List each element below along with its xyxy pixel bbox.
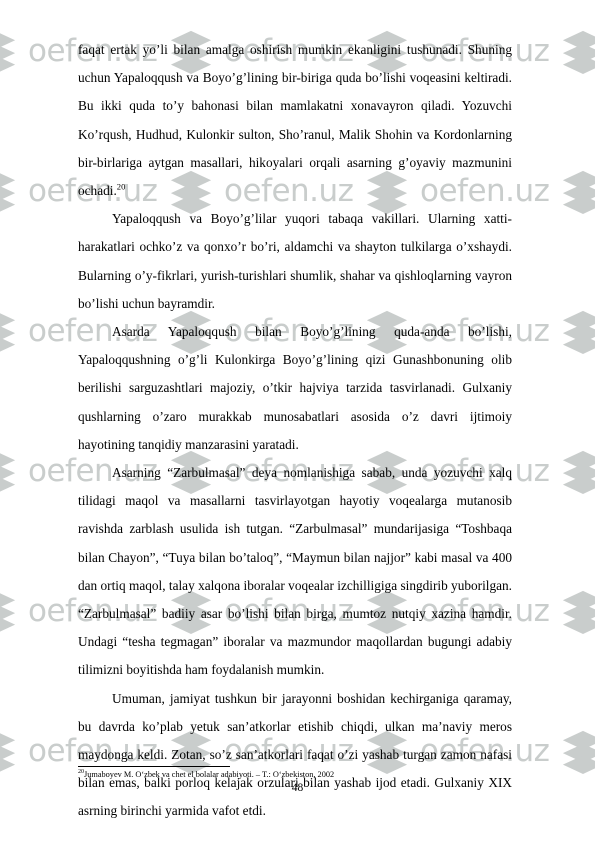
layers-chevron-icon [560,588,595,634]
paragraph-4: Asarning “Zarbulmasal” deya nomlanishiga… [78,459,512,685]
paragraph-5: Umuman, jamiyat tushkun bir jarayonni bo… [78,685,512,826]
layers-chevron-icon [0,448,18,494]
layers-chevron-icon [0,168,18,214]
footnote-separator-rule [78,766,230,767]
watermark-tile: oefen.uz [560,588,595,634]
paragraph-5-text: Umuman, jamiyat tushkun bir jarayonni bo… [78,690,512,819]
watermark-tile: oefen.uz [560,448,595,494]
layers-chevron-icon [560,168,595,214]
layers-chevron-icon [0,728,18,774]
page-number: 48 [291,782,304,794]
layers-chevron-icon [0,28,18,74]
paragraph-1-text: faqat ertak yo’li bilan amalga oshirish … [78,42,512,199]
paragraph-1: faqat ertak yo’li bilan amalga oshirish … [78,36,512,205]
paragraph-2-text: Yapaloqqush va Boyo’g’lilar yuqori tabaq… [78,211,512,311]
footnote-area: 20Jumaboyev M. O‘zbek va chet el bolalar… [78,766,512,780]
watermark-tile: oefen.uz [560,728,595,774]
paragraph-3: Asarda Yapaloqqush bilan Boyo’g’lining q… [78,318,512,459]
footnote-citation-text: Jumaboyev M. O‘zbek va chet el bolalar a… [84,770,335,779]
layers-chevron-icon [560,448,595,494]
layers-chevron-icon [560,728,595,774]
watermark-tile: oefen.uz [560,308,595,354]
watermark-tile: oefen.uz [560,28,595,74]
layers-chevron-icon [560,28,595,74]
page-body-text: faqat ertak yo’li bilan amalga oshirish … [78,36,512,826]
document-page: oefen.uz oefen.uz oefen.uz oefen.uz oefen.uz… [0,0,595,842]
layers-chevron-icon [0,308,18,354]
footnote-entry: 20Jumaboyev M. O‘zbek va chet el bolalar… [78,769,512,780]
paragraph-2: Yapaloqqush va Boyo’g’lilar yuqori tabaq… [78,205,512,318]
layers-chevron-icon [0,588,18,634]
watermark-tile: oefen.uz [560,168,595,214]
paragraph-4-text: Asarning “Zarbulmasal” deya nomlanishiga… [78,465,512,678]
layers-chevron-icon [560,308,595,354]
footnote-reference-20[interactable]: 20 [117,182,126,192]
paragraph-3-text: Asarda Yapaloqqush bilan Boyo’g’lining q… [78,324,512,452]
